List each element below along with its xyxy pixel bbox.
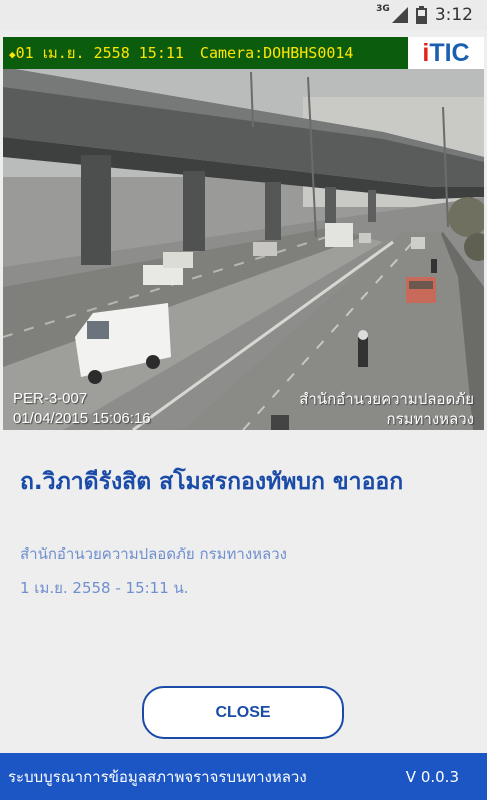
overlay-marker-icon: ◆ xyxy=(9,48,16,61)
traffic-scene-image xyxy=(3,37,484,430)
close-button[interactable]: CLOSE xyxy=(142,686,344,739)
logo-letter-i: i xyxy=(422,38,430,67)
agency-line-2: กรมทางหลวง xyxy=(386,411,475,428)
camera-code: PER-3-007 xyxy=(13,390,88,407)
status-icons: 3G 3:12 xyxy=(376,0,473,30)
camera-timestamp: 01/04/2015 15:06:16 xyxy=(13,410,151,427)
camera-snapshot: ◆01 เม.ย. 2558 15:11 Camera:DOHBHS0014 i… xyxy=(3,37,484,430)
status-bar: 3G 3:12 xyxy=(0,0,487,30)
camera-location-title: ถ.วิภาดีรังสิต สโมสรกองทัพบก ขาออก xyxy=(20,469,404,495)
camera-datetime: 1 เม.ย. 2558 - 15:11 น. xyxy=(20,579,189,597)
camera-overlay-id: Camera:DOHBHS0014 xyxy=(199,44,354,62)
footer-bar: ระบบบูรณาการข้อมูลสภาพจราจรบนทางหลวง V 0… xyxy=(0,753,487,800)
battery-icon xyxy=(415,6,427,24)
status-clock: 3:12 xyxy=(434,5,473,25)
logo-letters: TIC xyxy=(429,38,470,67)
camera-overlay-header: ◆01 เม.ย. 2558 15:11 Camera:DOHBHS0014 xyxy=(3,37,408,69)
itic-logo: i TIC xyxy=(408,37,484,69)
camera-overlay-datetime: ◆01 เม.ย. 2558 15:11 xyxy=(9,41,184,65)
camera-agency: สำนักอำนวยความปลอดภัย กรมทางหลวง xyxy=(20,545,287,563)
camera-agency-watermark: สำนักอำนวยความปลอดภัย กรมทางหลวง xyxy=(299,390,474,430)
signal-icon xyxy=(391,7,408,23)
footer-app-name: ระบบบูรณาการข้อมูลสภาพจราจรบนทางหลวง xyxy=(8,767,307,786)
agency-line-1: สำนักอำนวยความปลอดภัย xyxy=(299,391,474,408)
footer-version: V 0.0.3 xyxy=(405,767,459,786)
overlay-datetime-text: 01 เม.ย. 2558 15:11 xyxy=(15,44,184,62)
network-type: 3G xyxy=(376,4,390,14)
